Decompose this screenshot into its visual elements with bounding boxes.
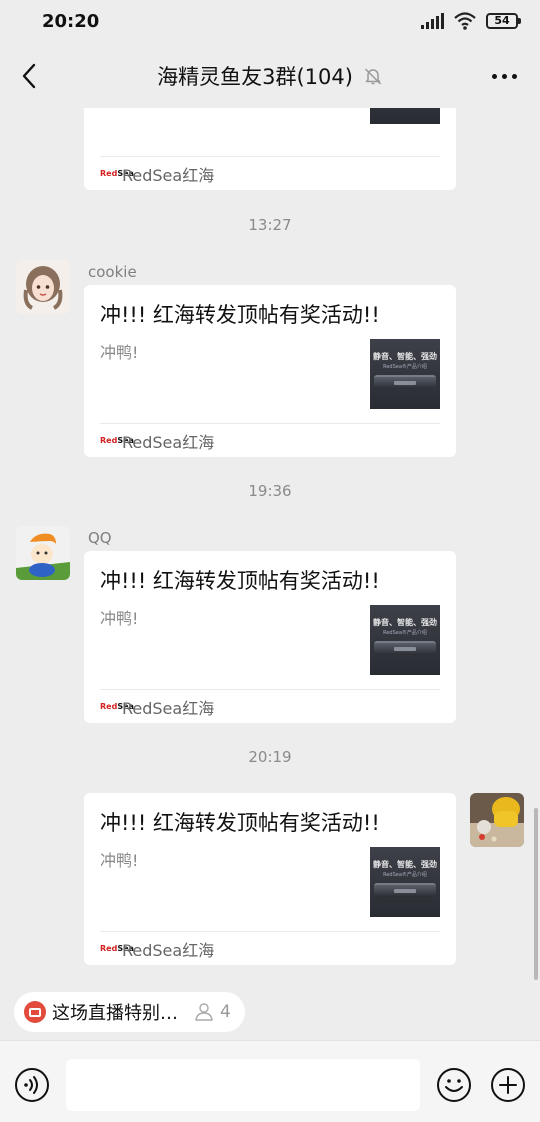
my-avatar[interactable] xyxy=(470,793,524,847)
link-thumbnail: 静音、智能、强劲 RedSea®产品介绍 xyxy=(370,108,440,124)
redsea-logo: RedSea xyxy=(100,702,134,711)
avatar-qq-image xyxy=(16,526,70,580)
link-thumbnail: 静音、智能、强劲 RedSea®产品介绍 xyxy=(370,339,440,409)
more-dot-icon xyxy=(501,73,507,79)
source-name: RedSea红海 xyxy=(122,432,215,452)
link-source: RedSea RedSea红海 xyxy=(100,931,440,965)
chat-screen: 20:20 54 海精灵鱼友3群(104) RedSea RedSea红海 13… xyxy=(0,0,540,1122)
link-title: 冲!!! 红海转发顶帖有奖活动!! xyxy=(100,811,380,835)
message-list[interactable]: 静音、智能、强劲 RedSea®产品介绍 RedSea RedSea红海 13:… xyxy=(0,108,540,982)
link-thumbnail: 静音、智能、强劲 RedSea®产品介绍 xyxy=(370,605,440,675)
thumbnail-subcaption: RedSea®产品介绍 xyxy=(383,630,427,636)
status-bar: 20:20 54 xyxy=(0,0,540,44)
chat-title: 海精灵鱼友3群(104) xyxy=(90,58,450,94)
wifi-icon xyxy=(454,12,476,30)
scrollbar[interactable] xyxy=(534,808,538,980)
link-card[interactable]: 冲!!! 红海转发顶帖有奖活动!! 冲鸭! 静音、智能、强劲 RedSea®产品… xyxy=(84,285,456,457)
more-options-button[interactable] xyxy=(486,58,522,94)
product-image xyxy=(374,641,436,655)
viewer-count: 4 xyxy=(220,1002,231,1022)
link-description: 冲鸭! xyxy=(100,609,139,628)
more-dot-icon xyxy=(491,73,497,79)
voice-button[interactable] xyxy=(14,1067,50,1103)
person-icon xyxy=(195,1003,213,1021)
mute-bell-icon xyxy=(364,68,381,85)
battery-icon: 54 xyxy=(486,13,521,29)
product-image xyxy=(374,375,436,389)
thumbnail-caption: 静音、智能、强劲 xyxy=(373,352,437,361)
redsea-logo: RedSea xyxy=(100,436,134,445)
thumbnail-caption: 静音、智能、强劲 xyxy=(373,618,437,627)
link-source: RedSea RedSea红海 xyxy=(100,423,440,457)
link-source: RedSea RedSea红海 xyxy=(100,689,440,723)
more-functions-button[interactable] xyxy=(490,1067,526,1103)
link-card[interactable]: 静音、智能、强劲 RedSea®产品介绍 RedSea RedSea红海 xyxy=(84,108,456,190)
link-description: 冲鸭! xyxy=(100,343,139,362)
live-title: 这场直播特别… xyxy=(52,1003,178,1024)
signal-icon xyxy=(421,13,444,29)
voice-icon xyxy=(15,1068,49,1102)
message-input[interactable] xyxy=(66,1059,420,1111)
link-thumbnail: 静音、智能、强劲 RedSea®产品介绍 xyxy=(370,847,440,917)
thumbnail-subcaption: RedSea®产品介绍 xyxy=(383,872,427,878)
status-icons: 54 xyxy=(421,12,521,30)
title-bar: 海精灵鱼友3群(104) xyxy=(0,44,540,108)
emoji-button[interactable] xyxy=(436,1067,472,1103)
chevron-left-icon xyxy=(22,63,36,89)
thumbnail-subcaption: RedSea®产品介绍 xyxy=(383,364,427,370)
link-title: 冲!!! 红海转发顶帖有奖活动!! xyxy=(100,569,380,593)
sender-name: QQ xyxy=(88,529,112,547)
avatar[interactable] xyxy=(16,260,70,314)
back-button[interactable] xyxy=(12,58,48,94)
link-card[interactable]: 冲!!! 红海转发顶帖有奖活动!! 冲鸭! 静音、智能、强劲 RedSea®产品… xyxy=(84,793,456,965)
plus-icon xyxy=(491,1068,525,1102)
sender-name: cookie xyxy=(88,263,137,281)
thumbnail-caption: 静音、智能、强劲 xyxy=(373,860,437,869)
live-tv-icon xyxy=(24,1001,46,1023)
avatar-self-image xyxy=(470,793,524,847)
redsea-logo: RedSea xyxy=(100,169,134,178)
emoji-icon xyxy=(437,1068,471,1102)
avatar[interactable] xyxy=(16,526,70,580)
status-time: 20:20 xyxy=(42,11,100,32)
redsea-logo: RedSea xyxy=(100,944,134,953)
live-stream-banner[interactable]: 这场直播特别… 4 xyxy=(14,992,245,1032)
link-title: 冲!!! 红海转发顶帖有奖活动!! xyxy=(100,303,380,327)
avatar-cookie-image xyxy=(16,260,70,314)
time-divider: 13:27 xyxy=(248,216,292,234)
time-divider: 20:19 xyxy=(248,748,292,766)
input-bar xyxy=(0,1040,540,1122)
link-card[interactable]: 冲!!! 红海转发顶帖有奖活动!! 冲鸭! 静音、智能、强劲 RedSea®产品… xyxy=(84,551,456,723)
more-dot-icon xyxy=(511,73,517,79)
link-description: 冲鸭! xyxy=(100,851,139,870)
group-name: 海精灵鱼友3群(104) xyxy=(157,65,353,89)
time-divider: 19:36 xyxy=(248,482,292,500)
link-source: RedSea RedSea红海 xyxy=(100,156,440,190)
product-image xyxy=(374,883,436,897)
live-strip: 这场直播特别… 4 xyxy=(0,982,540,1040)
source-name: RedSea红海 xyxy=(122,698,215,718)
source-name: RedSea红海 xyxy=(122,940,215,960)
source-name: RedSea红海 xyxy=(122,165,215,185)
